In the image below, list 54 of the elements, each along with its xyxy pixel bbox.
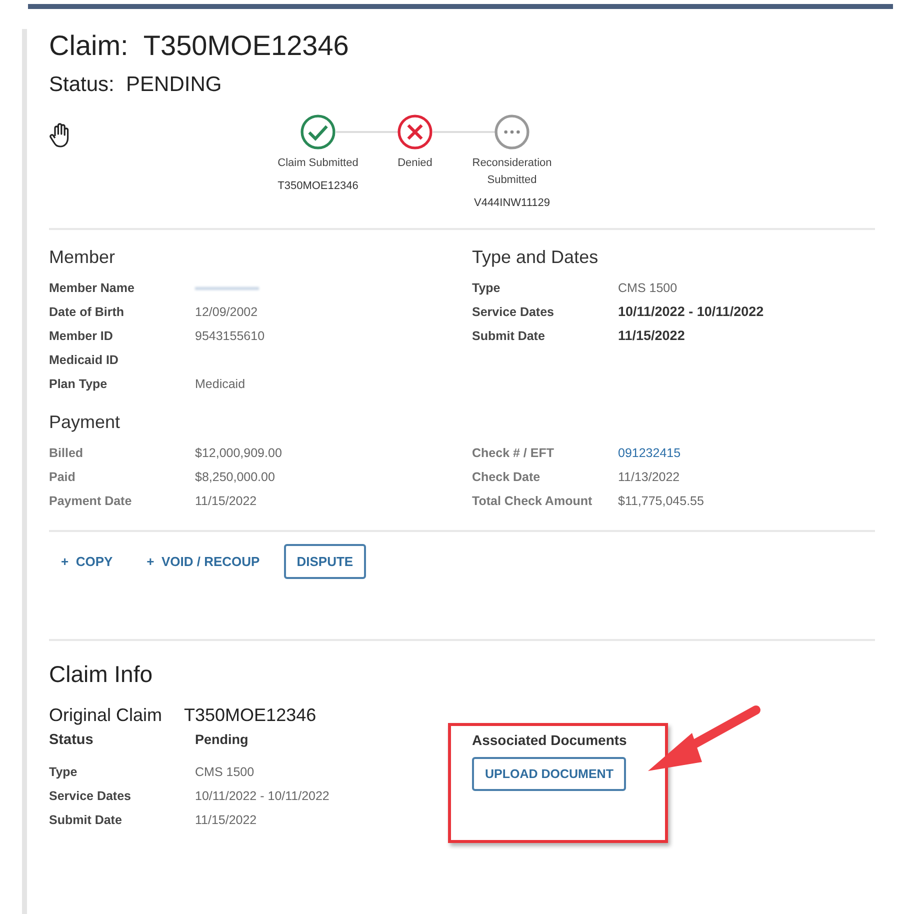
step-label: Reconsideration Submitted [472,157,552,186]
field-label: Member Name [49,280,136,298]
section-title: Payment [49,410,122,434]
status-label: Status: [49,72,114,96]
original-claim-id: T350MOE12346 [184,704,316,727]
field-label: Service Dates [472,304,556,322]
field-label: Submit Date [49,812,123,830]
field-value: 10/11/2022 - 10/11/2022 [195,788,330,806]
field-value: $12,000,909.00 [195,445,282,462]
field-value: 11/15/2022 [195,812,257,830]
documents-title: Associated Documents [472,730,627,750]
field-value: 11/15/2022 [618,327,685,346]
field-value: CMS 1500 [195,764,254,782]
claim-id: T350MOE12346 [143,30,349,61]
field-label: Medicaid ID [49,352,120,370]
field-value: $8,250,000.00 [195,469,275,486]
field-value: 11/15/2022 [195,493,257,510]
field-value: 11/13/2022 [618,469,680,486]
step-label: Denied [398,157,432,170]
field-label: Check # / EFT [472,445,555,462]
field-label: Submit Date [472,328,546,346]
section-title: Member [49,246,116,269]
field-value: $11,775,045.55 [618,493,704,510]
upload-document-button[interactable]: UPLOAD DOCUMENT [472,756,626,792]
step-reference: T350MOE12346 [278,179,358,194]
field-value: 10/11/2022 - 10/11/2022 [618,303,764,322]
action-button[interactable]: + COPY [51,544,123,580]
field-label: Total Check Amount [472,493,594,510]
section-title: Claim Info [49,660,154,690]
field-value: Medicaid [195,376,246,394]
section-title: Type and Dates [472,246,600,269]
field-label: Type [472,280,502,298]
field-label: Billed [49,445,84,462]
check-number-link[interactable]: 091232415 [618,444,681,463]
claim-label: Claim: [49,30,128,61]
field-label: Plan Type [49,376,108,394]
field-label: Check Date [472,469,542,486]
dispute-button[interactable]: DISPUTE [284,544,366,580]
step-label: Claim Submitted [278,157,358,170]
field-label: Member ID [49,328,114,346]
status-value: PENDING [126,72,222,96]
field-label: Payment Date [49,493,133,510]
field-label: Paid [49,469,76,486]
field-label: Date of Birth [49,304,125,322]
field-label: Service Dates [49,788,132,806]
field-label: Type [49,764,78,782]
field-value: Pending [195,731,248,750]
step-reference: V444INW11129 [474,196,550,212]
field-value: 9543155610 [195,328,265,346]
action-button[interactable]: + VOID / RECOUP [136,544,270,580]
original-claim-label: Original Claim [49,704,162,727]
field-label: Status [49,730,94,750]
field-value: 12/09/2002 [195,304,258,322]
field-value: CMS 1500 [618,280,678,298]
